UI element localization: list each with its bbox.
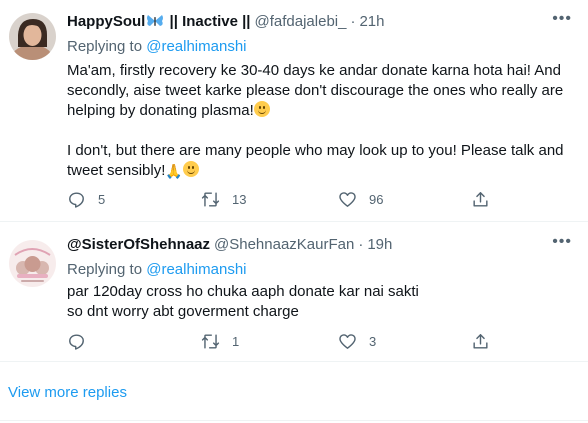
butterfly-icon xyxy=(147,15,164,26)
retweet-count: 13 xyxy=(232,192,247,207)
like-count: 3 xyxy=(369,334,377,349)
divider xyxy=(0,420,588,421)
display-name[interactable]: HappySoul || Inactive || xyxy=(67,12,251,32)
user-handle[interactable]: @fafdajalebi_ xyxy=(255,12,347,32)
separator-dot: · xyxy=(358,236,364,253)
tweet-2[interactable]: @SisterOfShehnaaz @ShehnaazKaurFan · 19h… xyxy=(0,222,588,362)
replying-to-link[interactable]: @realhimanshi xyxy=(146,38,246,55)
timestamp[interactable]: 19h xyxy=(367,235,392,255)
avatar[interactable] xyxy=(9,240,56,287)
retweet-icon xyxy=(201,334,220,349)
more-options-icon[interactable]: ••• xyxy=(552,233,572,251)
separator-dot: · xyxy=(350,13,356,30)
smile-emoji-icon xyxy=(182,161,199,177)
timestamp[interactable]: 21h xyxy=(359,12,384,32)
reply-icon xyxy=(69,192,84,208)
tweet-1[interactable]: HappySoul || Inactive || @fafdajalebi_ ·… xyxy=(0,0,588,222)
share-icon xyxy=(473,334,488,349)
like-button[interactable]: 96 xyxy=(338,190,383,209)
replying-to-link[interactable]: @realhimanshi xyxy=(146,261,246,278)
tweet-actions: 1 3 xyxy=(67,332,547,352)
avatar[interactable] xyxy=(9,13,56,60)
retweet-button[interactable]: 13 xyxy=(201,190,246,209)
view-more-replies-link[interactable]: View more replies xyxy=(8,383,127,403)
tweet-text: par 120day cross ho chuka aaph donate ka… xyxy=(67,283,419,320)
reply-icon xyxy=(69,334,84,350)
folded-hands-emoji-icon: 🙏 xyxy=(165,163,183,179)
share-icon xyxy=(473,192,488,207)
reply-count: 5 xyxy=(98,192,106,207)
display-name[interactable]: @SisterOfShehnaaz xyxy=(67,235,210,255)
heart-icon xyxy=(339,334,356,349)
retweet-count: 1 xyxy=(232,334,240,349)
reply-button[interactable]: 5 xyxy=(67,190,105,209)
reply-button[interactable] xyxy=(67,332,86,351)
tweet-actions: 5 13 96 xyxy=(67,190,547,210)
tweet-header: HappySoul || Inactive || @fafdajalebi_ ·… xyxy=(67,12,572,32)
retweet-icon xyxy=(201,192,220,207)
like-count: 96 xyxy=(369,192,384,207)
replying-to: Replying to @realhimanshi xyxy=(67,38,247,55)
smile-emoji-icon xyxy=(253,101,270,117)
share-button[interactable] xyxy=(471,190,490,209)
replying-to: Replying to @realhimanshi xyxy=(67,261,247,278)
user-handle[interactable]: @ShehnaazKaurFan xyxy=(214,235,354,255)
like-button[interactable]: 3 xyxy=(338,332,376,351)
more-options-icon[interactable]: ••• xyxy=(552,10,572,28)
share-button[interactable] xyxy=(471,332,490,351)
tweet-text: Ma'am, firstly recovery ke 30-40 days ke… xyxy=(67,62,568,179)
tweet-header: @SisterOfShehnaaz @ShehnaazKaurFan · 19h xyxy=(67,235,572,255)
heart-icon xyxy=(339,192,356,207)
retweet-button[interactable]: 1 xyxy=(201,332,239,351)
